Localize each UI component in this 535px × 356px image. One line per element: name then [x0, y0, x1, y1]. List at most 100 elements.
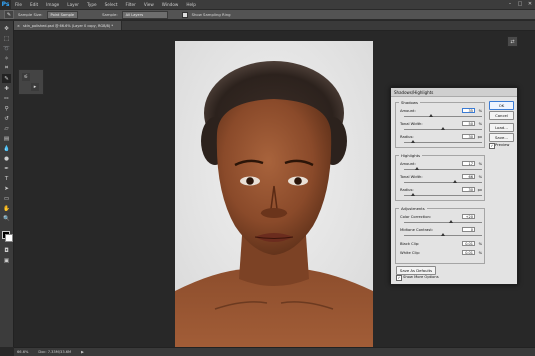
- shadows-tonal-width-slider[interactable]: [404, 127, 482, 130]
- move-tool-icon[interactable]: ✥: [2, 24, 11, 33]
- highlights-tonal-width-row: Tonal Width: 66 %: [400, 173, 482, 180]
- shadows-tonal-width-slider-thumb[interactable]: [441, 127, 445, 130]
- tools-panel: ✥ ⬚ ➰ ✧ ⌗ ✎ ✚ ✏ ⚲ ↺ ▱ ▤ 💧 ● ✒ T ➤ ▭ ✋ 🔍 …: [0, 21, 14, 347]
- background-color-swatch[interactable]: [5, 234, 13, 242]
- shadows-amount-slider-thumb[interactable]: [429, 114, 434, 117]
- quick-select-tool-icon[interactable]: ✧: [2, 54, 11, 63]
- sample-size-select[interactable]: Point Sample: [46, 10, 79, 19]
- gradient-tool-icon[interactable]: ▤: [2, 134, 11, 143]
- dodge-tool-icon[interactable]: ●: [2, 154, 11, 163]
- shape-tool-icon[interactable]: ▭: [2, 194, 11, 203]
- document-image: [175, 41, 373, 348]
- menu-layer[interactable]: Layer: [63, 2, 83, 7]
- menu-image[interactable]: Image: [42, 2, 63, 7]
- history-panel-icon[interactable]: ⚟: [22, 73, 30, 81]
- document-tab[interactable]: × skin_polished.psd @ 66.6% (Layer 0 cop…: [14, 21, 122, 30]
- pen-tool-icon[interactable]: ✒: [2, 164, 11, 173]
- shadows-radius-slider-thumb[interactable]: [411, 140, 416, 143]
- eyedropper-tool-icon[interactable]: ✎: [2, 74, 11, 83]
- highlights-amount-slider[interactable]: [404, 167, 482, 170]
- shadows-tonal-width-unit: %: [478, 121, 482, 126]
- highlights-tonal-width-input[interactable]: 66: [462, 174, 475, 179]
- minimize-icon[interactable]: –: [507, 1, 513, 7]
- close-icon[interactable]: ✕: [527, 1, 533, 7]
- quick-mask-icon[interactable]: ◘: [2, 246, 11, 255]
- black-clip-input[interactable]: 0.01: [462, 241, 475, 246]
- maximize-icon[interactable]: □: [517, 1, 523, 7]
- dialog-title[interactable]: Shadows/Highlights: [391, 88, 517, 97]
- clone-stamp-tool-icon[interactable]: ⚲: [2, 104, 11, 113]
- color-correction-row: Color Correction: +20: [400, 213, 482, 220]
- shadows-amount-slider[interactable]: [404, 114, 482, 117]
- shadows-radius-label: Radius:: [400, 134, 414, 139]
- portrait-photo: [175, 41, 373, 348]
- adjustments-group-title: Adjustments: [399, 206, 427, 211]
- show-sampling-ring-checkbox[interactable]: [181, 11, 188, 18]
- highlights-amount-input[interactable]: 17: [462, 161, 475, 166]
- zoom-tool-icon[interactable]: 🔍: [2, 214, 11, 223]
- save-as-defaults-button[interactable]: Save As Defaults: [396, 266, 436, 275]
- highlights-radius-slider-thumb[interactable]: [411, 193, 416, 196]
- color-correction-slider-thumb[interactable]: [448, 220, 453, 223]
- shadows-tonal-width-row: Tonal Width: 50 %: [400, 120, 482, 127]
- shadows-radius-input[interactable]: 30: [462, 134, 475, 139]
- highlights-radius-unit: px: [477, 187, 482, 192]
- highlights-radius-slider[interactable]: [404, 193, 482, 196]
- load-button[interactable]: Load...: [489, 123, 514, 132]
- menu-edit[interactable]: Edit: [26, 2, 42, 7]
- highlights-amount-slider-thumb[interactable]: [415, 167, 420, 170]
- color-correction-input[interactable]: +20: [462, 214, 475, 219]
- menu-help[interactable]: Help: [182, 2, 200, 7]
- sample-select[interactable]: All Layers: [121, 10, 168, 19]
- crop-tool-icon[interactable]: ⌗: [2, 64, 11, 73]
- status-bar: 66.6% Doc: 7.33M/33.6M ▶: [14, 347, 535, 356]
- midtone-contrast-slider-thumb[interactable]: [441, 233, 445, 236]
- shadows-radius-row: Radius: 30 px: [400, 133, 482, 140]
- cancel-button[interactable]: Cancel: [489, 111, 514, 120]
- ok-button[interactable]: OK: [489, 101, 514, 110]
- type-tool-icon[interactable]: T: [2, 174, 11, 183]
- white-clip-input[interactable]: 0.01: [462, 250, 475, 255]
- zoom-level[interactable]: 66.6%: [17, 350, 28, 354]
- blur-tool-icon[interactable]: 💧: [2, 144, 11, 153]
- history-brush-tool-icon[interactable]: ↺: [2, 114, 11, 123]
- path-selection-tool-icon[interactable]: ➤: [2, 184, 11, 193]
- menu-bar: Ps File Edit Image Layer Type Select Fil…: [0, 0, 535, 10]
- shadows-tonal-width-input[interactable]: 50: [462, 121, 475, 126]
- eyedropper-tool-icon[interactable]: ✎: [4, 10, 14, 19]
- midtone-contrast-row: Midtone Contrast: 0: [400, 226, 482, 233]
- highlights-amount-row: Amount: 17 %: [400, 160, 482, 167]
- healing-brush-tool-icon[interactable]: ✚: [2, 84, 11, 93]
- menu-view[interactable]: View: [140, 2, 158, 7]
- menu-filter[interactable]: Filter: [121, 2, 139, 7]
- color-correction-slider[interactable]: [404, 220, 482, 223]
- menu-type[interactable]: Type: [83, 2, 101, 7]
- menu-window[interactable]: Window: [158, 2, 183, 7]
- highlights-tonal-width-label: Tonal Width:: [400, 174, 423, 179]
- highlights-tonal-width-slider[interactable]: [404, 180, 482, 183]
- panel-toggle-icon[interactable]: ⇄: [507, 36, 518, 47]
- brush-tool-icon[interactable]: ✏: [2, 94, 11, 103]
- shadows-radius-slider[interactable]: [404, 140, 482, 143]
- show-more-options-checkbox[interactable]: ✓: [396, 275, 402, 281]
- white-clip-label: White Clip:: [400, 250, 421, 255]
- status-menu-arrow-icon[interactable]: ▶: [81, 350, 84, 354]
- menu-select[interactable]: Select: [101, 2, 122, 7]
- eraser-tool-icon[interactable]: ▱: [2, 124, 11, 133]
- lasso-tool-icon[interactable]: ➰: [2, 44, 11, 53]
- highlights-radius-input[interactable]: 30: [462, 187, 475, 192]
- highlights-tonal-width-slider-thumb[interactable]: [453, 180, 458, 183]
- actions-panel-icon[interactable]: ▸: [31, 83, 39, 91]
- save-button[interactable]: Save...: [489, 133, 514, 142]
- hand-tool-icon[interactable]: ✋: [2, 204, 11, 213]
- marquee-tool-icon[interactable]: ⬚: [2, 34, 11, 43]
- document-tab-close-icon[interactable]: ×: [17, 24, 20, 28]
- highlights-amount-label: Amount:: [400, 161, 416, 166]
- highlights-group-title: Highlights: [399, 153, 423, 158]
- midtone-contrast-input[interactable]: 0: [462, 227, 475, 232]
- menu-file[interactable]: File: [11, 2, 26, 7]
- midtone-contrast-slider[interactable]: [404, 233, 482, 236]
- shadows-amount-label: Amount:: [400, 108, 416, 113]
- shadows-amount-input[interactable]: 35: [462, 108, 475, 113]
- screen-mode-icon[interactable]: ▣: [2, 256, 11, 265]
